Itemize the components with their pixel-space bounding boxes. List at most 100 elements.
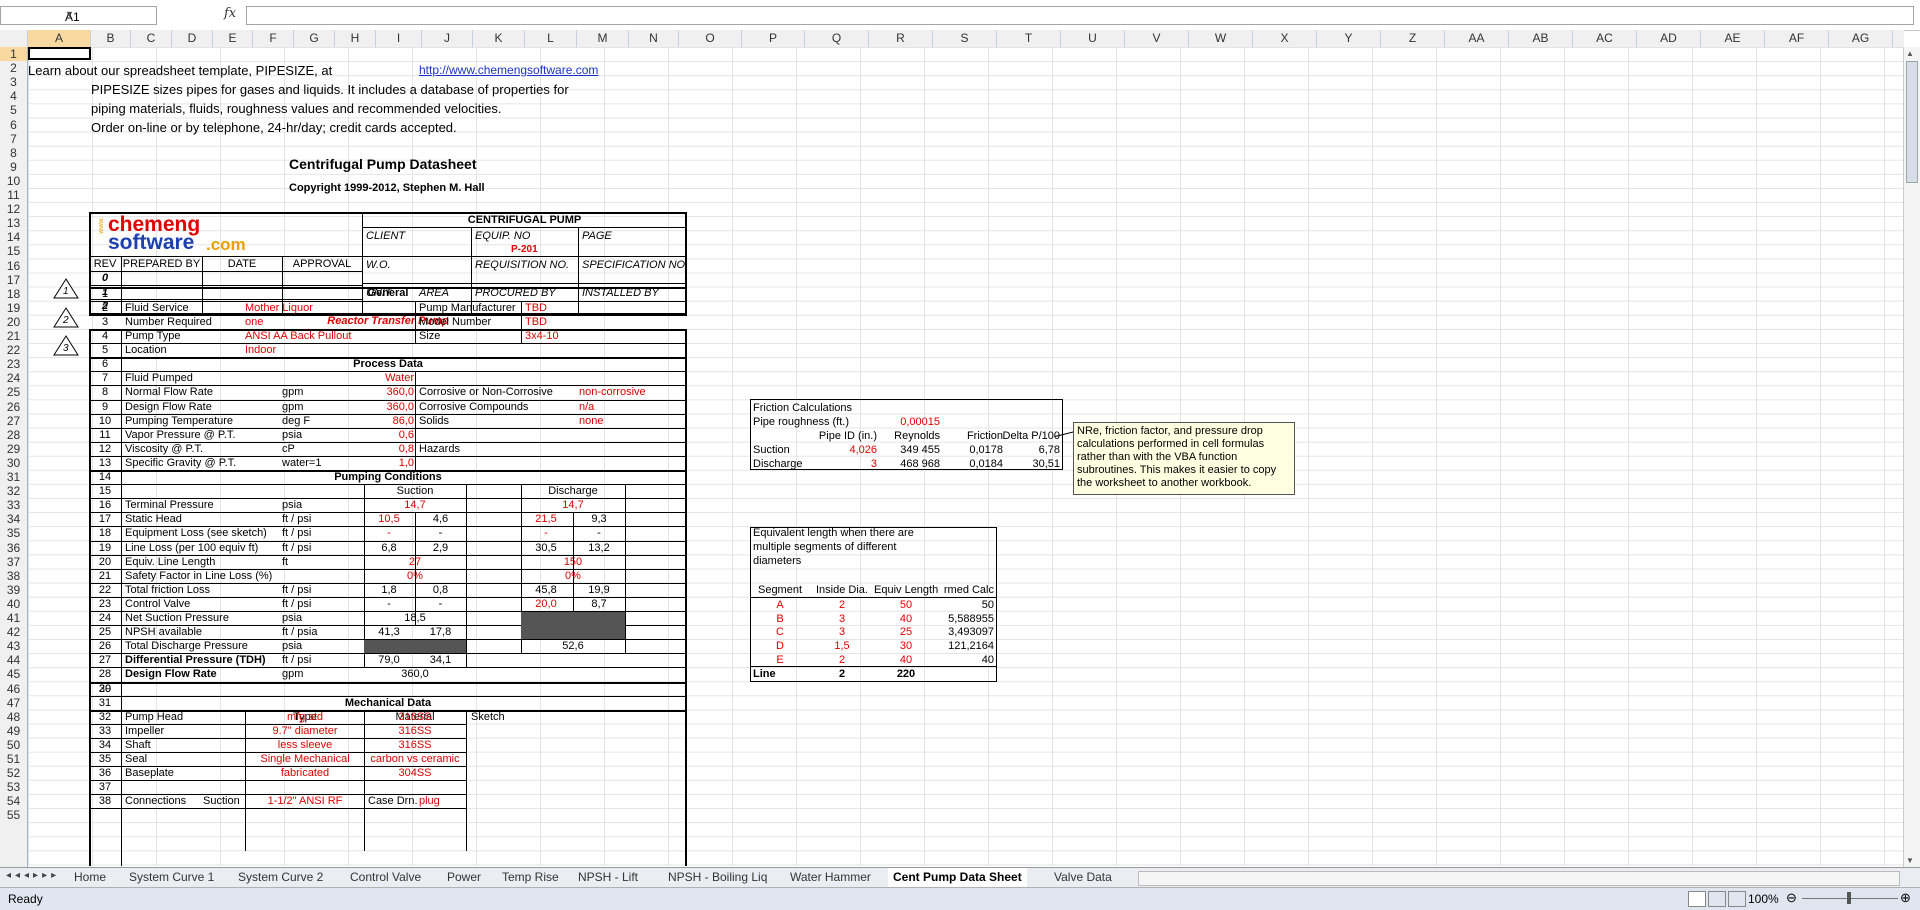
column-header-J[interactable]: J: [422, 30, 473, 47]
row-header-20[interactable]: 20: [0, 315, 27, 329]
column-header-X[interactable]: X: [1253, 30, 1317, 47]
normal-view-icon[interactable]: [1688, 891, 1706, 907]
worksheet-grid[interactable]: Learn about our spreadsheet template, PI…: [28, 47, 1904, 866]
row-header-1[interactable]: 1: [0, 47, 27, 61]
column-header-AA[interactable]: AA: [1445, 30, 1509, 47]
sheet-tab[interactable]: NPSH - Lift: [573, 868, 643, 887]
column-header-AB[interactable]: AB: [1509, 30, 1573, 47]
row-header-6[interactable]: 6: [0, 118, 27, 132]
row-header-4[interactable]: 4: [0, 89, 27, 103]
row-header-32[interactable]: 32: [0, 484, 27, 498]
name-box-dropdown-icon[interactable]: ▼: [65, 9, 152, 19]
row-header-9[interactable]: 9: [0, 160, 27, 174]
row-header-52[interactable]: 52: [0, 766, 27, 780]
column-header-L[interactable]: L: [525, 30, 577, 47]
row-header-25[interactable]: 25: [0, 385, 27, 399]
vertical-scrollbar[interactable]: ▲ ▼: [1903, 47, 1920, 867]
column-header-T[interactable]: T: [997, 30, 1061, 47]
row-header-8[interactable]: 8: [0, 146, 27, 160]
column-header-W[interactable]: W: [1189, 30, 1253, 47]
column-header-U[interactable]: U: [1061, 30, 1125, 47]
row-header-43[interactable]: 43: [0, 639, 27, 653]
row-header-28[interactable]: 28: [0, 428, 27, 442]
row-header-18[interactable]: 18: [0, 287, 27, 301]
selected-cell[interactable]: [28, 47, 91, 60]
row-header-31[interactable]: 31: [0, 470, 27, 484]
row-header-15[interactable]: 15: [0, 244, 27, 258]
column-header-G[interactable]: G: [294, 30, 335, 47]
website-link[interactable]: http://www.chemengsoftware.com: [419, 64, 598, 77]
column-header-B[interactable]: B: [91, 30, 131, 47]
column-header-I[interactable]: I: [376, 30, 422, 47]
sheet-tab[interactable]: Water Hammer: [785, 868, 876, 887]
row-header-48[interactable]: 48: [0, 710, 27, 724]
row-header-53[interactable]: 53: [0, 780, 27, 794]
row-header-29[interactable]: 29: [0, 442, 27, 456]
row-header-49[interactable]: 49: [0, 724, 27, 738]
row-header-16[interactable]: 16: [0, 259, 27, 273]
row-header-12[interactable]: 12: [0, 202, 27, 216]
row-header-26[interactable]: 26: [0, 400, 27, 414]
sheet-tab[interactable]: Temp Rise: [497, 868, 564, 887]
column-header-S[interactable]: S: [933, 30, 997, 47]
scroll-down-icon[interactable]: ▼: [1906, 856, 1914, 865]
row-header-17[interactable]: 17: [0, 273, 27, 287]
column-header-N[interactable]: N: [629, 30, 679, 47]
sheet-tab[interactable]: Control Valve: [345, 868, 426, 887]
row-header-5[interactable]: 5: [0, 103, 27, 117]
sheet-tab[interactable]: System Curve 1: [124, 868, 219, 887]
row-header-23[interactable]: 23: [0, 357, 27, 371]
column-header-AE[interactable]: AE: [1701, 30, 1765, 47]
column-header-D[interactable]: D: [172, 30, 213, 47]
zoom-in-icon[interactable]: ⊕: [1900, 890, 1911, 906]
row-header-55[interactable]: 55: [0, 808, 27, 822]
sheet-tab[interactable]: Home: [69, 868, 111, 887]
zoom-thumb[interactable]: [1847, 892, 1851, 904]
column-header-H[interactable]: H: [335, 30, 376, 47]
column-header-AF[interactable]: AF: [1765, 30, 1829, 47]
column-header-V[interactable]: V: [1125, 30, 1189, 47]
row-header-19[interactable]: 19: [0, 301, 27, 315]
row-header-54[interactable]: 54: [0, 794, 27, 808]
row-header-37[interactable]: 37: [0, 555, 27, 569]
row-header-39[interactable]: 39: [0, 583, 27, 597]
column-header-Z[interactable]: Z: [1381, 30, 1445, 47]
row-header-30[interactable]: 30: [0, 456, 27, 470]
column-header-AD[interactable]: AD: [1637, 30, 1701, 47]
row-header-33[interactable]: 33: [0, 498, 27, 512]
column-header-M[interactable]: M: [577, 30, 629, 47]
row-header-34[interactable]: 34: [0, 512, 27, 526]
name-box[interactable]: A1 ▼: [0, 6, 157, 25]
scroll-up-icon[interactable]: ▲: [1906, 49, 1914, 58]
sheet-tab[interactable]: Valve Data: [1049, 868, 1117, 887]
tab-nav-icon[interactable]: ◂◂◂▸▸▸: [6, 870, 60, 881]
select-all-corner[interactable]: [0, 30, 28, 47]
insert-function-icon[interactable]: fx: [224, 6, 236, 21]
row-header-36[interactable]: 36: [0, 541, 27, 555]
formula-input[interactable]: [246, 6, 1914, 25]
column-header-AG[interactable]: AG: [1829, 30, 1893, 47]
row-header-40[interactable]: 40: [0, 597, 27, 611]
column-header-O[interactable]: O: [679, 30, 742, 47]
page-break-icon[interactable]: [1728, 891, 1746, 907]
row-header-22[interactable]: 22: [0, 343, 27, 357]
column-header-F[interactable]: F: [253, 30, 294, 47]
column-header-E[interactable]: E: [213, 30, 253, 47]
row-header-46[interactable]: 46: [0, 682, 27, 696]
row-header-10[interactable]: 10: [0, 174, 27, 188]
column-header-P[interactable]: P: [742, 30, 805, 47]
column-header-R[interactable]: R: [869, 30, 933, 47]
row-header-21[interactable]: 21: [0, 329, 27, 343]
sheet-tab[interactable]: Cent Pump Data Sheet: [888, 868, 1027, 889]
column-header-K[interactable]: K: [473, 30, 525, 47]
column-header-C[interactable]: C: [131, 30, 172, 47]
horizontal-scrollbar[interactable]: [1138, 871, 1900, 886]
row-header-38[interactable]: 38: [0, 569, 27, 583]
row-header-51[interactable]: 51: [0, 752, 27, 766]
row-header-47[interactable]: 47: [0, 696, 27, 710]
row-header-42[interactable]: 42: [0, 625, 27, 639]
scroll-thumb[interactable]: [1906, 61, 1918, 183]
row-header-35[interactable]: 35: [0, 526, 27, 540]
column-header-AC[interactable]: AC: [1573, 30, 1637, 47]
row-header-13[interactable]: 13: [0, 216, 27, 230]
